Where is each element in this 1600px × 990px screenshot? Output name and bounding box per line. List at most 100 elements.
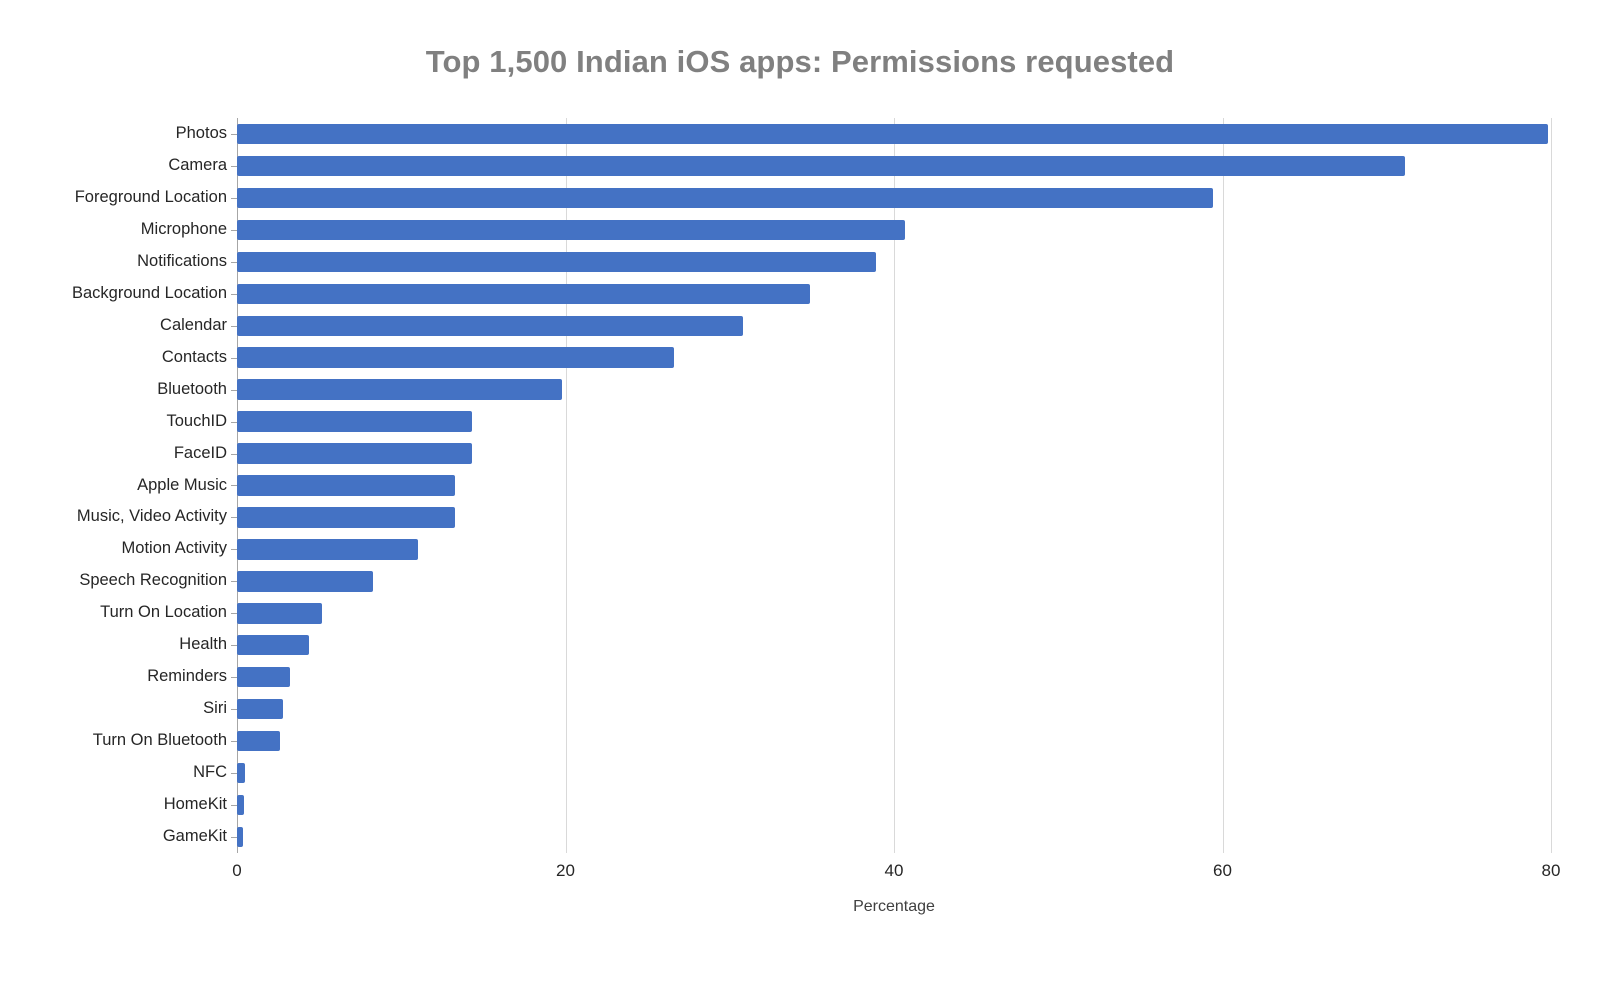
plot-area	[231, 118, 1552, 853]
y-axis-tick	[231, 805, 237, 807]
y-axis-label: Health	[179, 635, 227, 654]
bar-row[interactable]	[231, 214, 1551, 246]
bar-row[interactable]	[231, 565, 1551, 597]
y-axis-tick	[231, 837, 237, 838]
bar-row[interactable]	[231, 278, 1551, 310]
y-axis-tick	[231, 325, 237, 327]
x-axis-tick-label: 20	[556, 861, 575, 880]
y-axis-tick	[231, 357, 237, 359]
y-axis-label: Speech Recognition	[79, 571, 227, 590]
y-axis-label: Motion Activity	[121, 539, 227, 558]
y-axis-tick	[231, 549, 237, 551]
bar[interactable]	[237, 794, 244, 816]
bar-row[interactable]	[231, 725, 1551, 757]
bar[interactable]	[237, 507, 456, 528]
bar-row[interactable]	[231, 661, 1551, 693]
y-axis-tick	[231, 293, 237, 295]
bar[interactable]	[237, 826, 243, 848]
y-axis-tick	[231, 197, 237, 199]
y-axis-label: Notifications	[137, 251, 227, 270]
bar[interactable]	[237, 667, 290, 688]
y-axis-label: HomeKit	[163, 795, 227, 814]
bar[interactable]	[237, 699, 283, 720]
y-axis-tick	[231, 645, 237, 647]
bar-row[interactable]	[231, 757, 1551, 789]
y-axis-tick	[231, 773, 237, 775]
y-axis-label: NFC	[193, 763, 227, 782]
y-axis-label: Camera	[168, 155, 227, 174]
chart-title: Top 1,500 Indian iOS apps: Permissions r…	[425, 44, 1175, 79]
x-axis-tick-labels: 0 20 40 60 80	[232, 861, 1560, 889]
y-axis-tick	[231, 613, 237, 615]
y-axis-tick	[231, 133, 237, 135]
y-axis-label: GameKit	[162, 827, 227, 846]
bar-row[interactable]	[231, 150, 1551, 182]
y-axis-tick	[231, 389, 237, 391]
x-axis-tick-label: 60	[1213, 861, 1232, 880]
y-axis-label: Foreground Location	[74, 187, 227, 206]
bar[interactable]	[237, 347, 674, 368]
bar[interactable]	[237, 283, 811, 304]
bar[interactable]	[237, 411, 472, 432]
y-axis-label: Photos	[175, 124, 227, 142]
bar[interactable]	[237, 635, 310, 656]
bar[interactable]	[237, 187, 1213, 209]
y-axis-tick	[231, 229, 237, 231]
bar[interactable]	[237, 539, 418, 560]
bar-row[interactable]	[231, 406, 1551, 438]
bar[interactable]	[237, 123, 1548, 145]
y-axis-tick	[231, 741, 237, 743]
y-axis-label: Calendar	[160, 315, 227, 334]
bar-row[interactable]	[231, 470, 1551, 502]
x-axis-title: Percentage	[853, 898, 935, 915]
y-axis-label: Turn On Bluetooth	[92, 731, 227, 750]
bar-row[interactable]	[231, 374, 1551, 406]
bar[interactable]	[237, 379, 563, 400]
bar[interactable]	[237, 443, 472, 464]
y-axis-tick	[231, 709, 237, 711]
bar[interactable]	[237, 315, 743, 336]
y-axis-tick	[231, 453, 237, 455]
bar[interactable]	[237, 762, 246, 784]
bar[interactable]	[237, 155, 1405, 177]
y-axis-tick	[231, 677, 237, 679]
x-axis-tick-label: 80	[1541, 861, 1561, 880]
bar-row[interactable]	[231, 342, 1551, 374]
y-axis-label: Turn On Location	[100, 603, 227, 622]
bar-row[interactable]	[231, 597, 1551, 629]
y-axis-label: Apple Music	[137, 475, 227, 494]
y-axis-label: Music, Video Activity	[76, 507, 227, 526]
bar-row[interactable]	[231, 438, 1551, 470]
y-axis-labels: Photos Camera Foreground Location Microphon…	[0, 118, 227, 853]
bar-row[interactable]	[231, 182, 1551, 214]
bar[interactable]	[237, 730, 280, 752]
bar-row[interactable]	[231, 629, 1551, 661]
bar-row[interactable]	[231, 118, 1551, 150]
y-axis-tick	[231, 165, 237, 167]
bar-row[interactable]	[231, 789, 1551, 821]
y-axis-label: TouchID	[166, 411, 227, 430]
y-axis-tick	[231, 517, 237, 519]
gridline-80	[1551, 118, 1552, 853]
x-axis-tick-label: 0	[232, 861, 242, 880]
bar[interactable]	[237, 571, 374, 592]
bar-row[interactable]	[231, 246, 1551, 278]
y-axis-label: Reminders	[147, 667, 227, 686]
y-axis-label: Contacts	[161, 347, 227, 366]
bar-row[interactable]	[231, 501, 1551, 533]
y-axis-label: FaceID	[173, 443, 227, 462]
bar[interactable]	[237, 603, 323, 624]
bar-row[interactable]	[231, 533, 1551, 565]
y-axis-tick	[231, 261, 237, 263]
bar-row[interactable]	[231, 310, 1551, 342]
bar-row[interactable]	[231, 693, 1551, 725]
y-axis-label: Background Location	[71, 283, 227, 302]
y-axis-tick	[231, 485, 237, 487]
bar[interactable]	[237, 475, 456, 496]
bar-row[interactable]	[231, 821, 1551, 853]
bar[interactable]	[237, 251, 876, 272]
y-axis-label: Siri	[203, 699, 227, 718]
y-axis-tick	[231, 581, 237, 583]
bar[interactable]	[237, 219, 906, 241]
bar-chart: Top 1,500 Indian iOS apps: Permissions r…	[0, 0, 1600, 990]
